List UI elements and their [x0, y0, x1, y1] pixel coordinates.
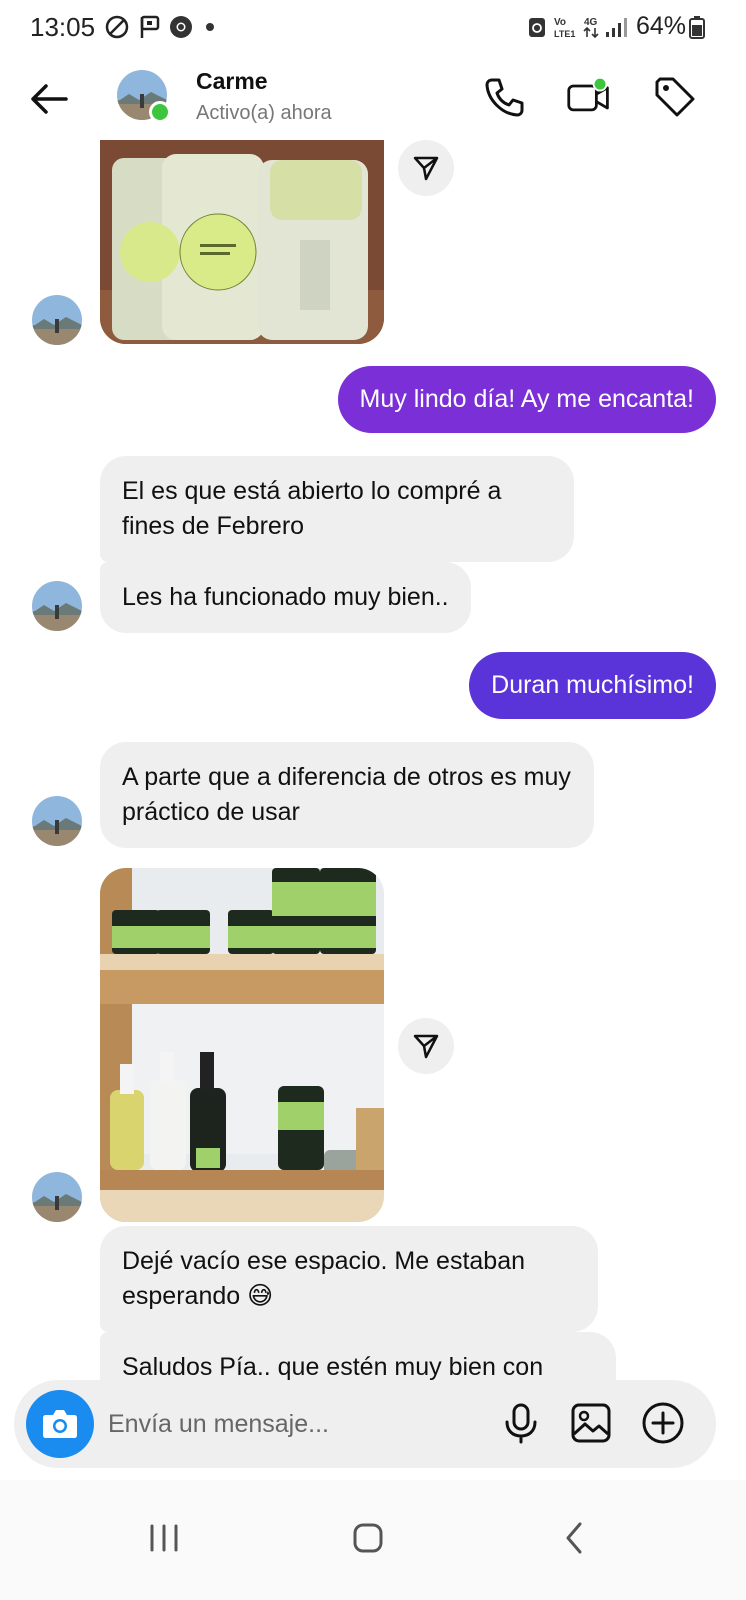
- system-nav-bar: [0, 1480, 746, 1600]
- message-list[interactable]: Muy lindo día! Ay me encanta! El es que …: [0, 140, 746, 1380]
- share-button[interactable]: [398, 1018, 454, 1074]
- share-button[interactable]: [398, 140, 454, 196]
- phone-icon[interactable]: [482, 74, 528, 120]
- message-bubble-incoming[interactable]: El es que está abierto lo compré a fines…: [100, 456, 574, 562]
- status-time: 13:05: [30, 12, 96, 42]
- svg-text:Vo: Vo: [554, 17, 566, 28]
- message-input[interactable]: [108, 1406, 488, 1442]
- message-composer: [14, 1380, 716, 1468]
- battery-level: 64%: [636, 12, 687, 40]
- message-photo-lip-balms[interactable]: [100, 140, 384, 344]
- message-text: Dejé vacío ese espacio. Me estaban esper…: [122, 1247, 526, 1310]
- message-bubble-incoming[interactable]: Dejé vacío ese espacio. Me estaban esper…: [100, 1226, 598, 1332]
- message-text: A parte que a diferencia de otros es muy…: [122, 763, 571, 826]
- svg-text:4G: 4G: [584, 17, 598, 28]
- recent-apps-icon[interactable]: [134, 1508, 194, 1568]
- back-nav-icon[interactable]: [544, 1508, 604, 1568]
- microphone-icon[interactable]: [498, 1400, 544, 1446]
- message-text: El es que está abierto lo compré a fines…: [122, 477, 502, 540]
- video-call-icon[interactable]: [566, 74, 612, 120]
- recycle-icon: [529, 18, 545, 37]
- message-text: Muy lindo día! Ay me encanta!: [359, 385, 694, 413]
- contact-avatar-small[interactable]: [32, 581, 82, 631]
- message-text: Les ha funcionado muy bien..: [122, 583, 449, 611]
- message-bubble-outgoing[interactable]: Muy lindo día! Ay me encanta!: [337, 366, 716, 433]
- back-arrow-icon[interactable]: [26, 76, 72, 122]
- send-icon: [413, 1034, 439, 1059]
- send-icon: [413, 156, 439, 181]
- contact-avatar-small[interactable]: [32, 796, 82, 846]
- home-icon[interactable]: [338, 1508, 398, 1568]
- message-text: Duran muchísimo!: [491, 671, 694, 699]
- contact-status: Activo(a) ahora: [196, 102, 332, 124]
- chrome-icon: [170, 16, 192, 38]
- message-bubble-incoming[interactable]: Saludos Pía.. que estén muy bien con: [100, 1332, 616, 1380]
- signal-icon: [606, 18, 627, 37]
- tag-icon[interactable]: [652, 74, 698, 120]
- status-bar: 13:05 Vo LTE1 4G 64%: [0, 0, 746, 56]
- battery-icon: [689, 16, 705, 39]
- contact-name[interactable]: Carme: [196, 68, 268, 95]
- svg-text:LTE1: LTE1: [554, 29, 575, 39]
- message-photo-shelf[interactable]: [100, 868, 384, 1222]
- chat-header: Carme Activo(a) ahora: [0, 56, 746, 140]
- contact-avatar-small[interactable]: [32, 295, 82, 345]
- do-not-disturb-icon: [105, 15, 129, 39]
- camera-icon: [43, 1410, 77, 1438]
- add-circle-icon[interactable]: [640, 1400, 686, 1446]
- dot-icon: [206, 23, 214, 31]
- message-bubble-outgoing[interactable]: Duran muchísimo!: [469, 652, 716, 719]
- message-bubble-incoming[interactable]: Les ha funcionado muy bien..: [100, 562, 471, 633]
- 4g-icon: 4G: [583, 17, 599, 39]
- volte-icon: Vo LTE1: [554, 17, 575, 39]
- contact-avatar-small[interactable]: [32, 1172, 82, 1222]
- gallery-icon[interactable]: [568, 1400, 614, 1446]
- flag-notification-icon: [140, 15, 160, 38]
- message-bubble-incoming[interactable]: A parte que a diferencia de otros es muy…: [100, 742, 594, 848]
- camera-button[interactable]: [26, 1390, 94, 1458]
- online-indicator: [149, 101, 171, 123]
- message-text: Saludos Pía.. que estén muy bien con: [122, 1353, 544, 1380]
